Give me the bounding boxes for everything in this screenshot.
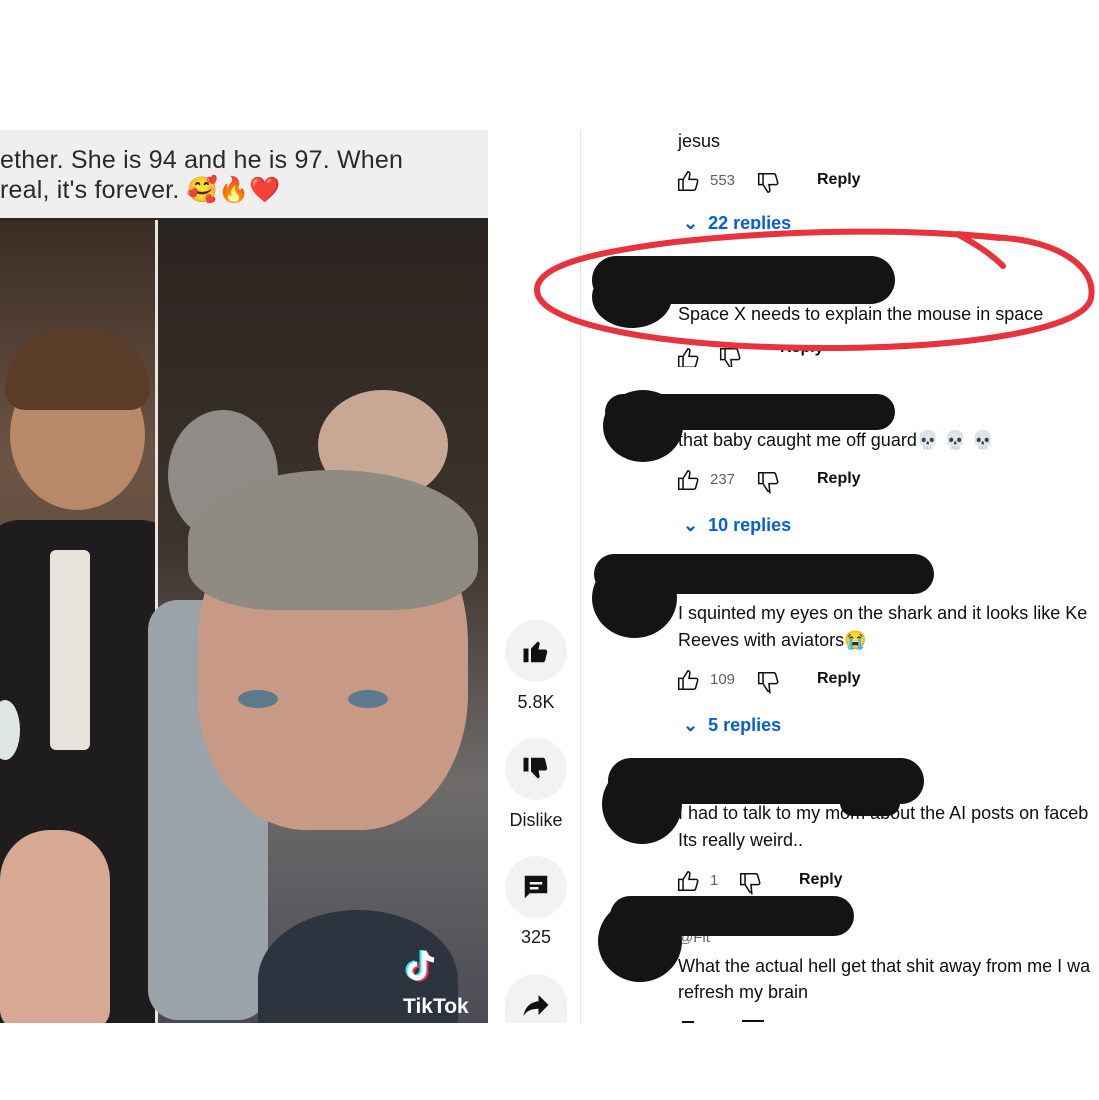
red-circle-annotation bbox=[533, 228, 1095, 352]
comment-text: What the actual hell get that shit away … bbox=[678, 956, 1091, 976]
comment-text: I squinted my eyes on the shark and it l… bbox=[678, 603, 1088, 623]
share-arrow-icon bbox=[523, 995, 549, 1017]
reply-button[interactable]: Reply bbox=[817, 171, 861, 189]
reply-button[interactable]: Reply bbox=[817, 470, 861, 488]
thumbs-down-icon bbox=[523, 757, 548, 779]
share-button[interactable] bbox=[505, 974, 567, 1023]
video-player[interactable]: ether. She is 94 and he is 97. When real… bbox=[0, 130, 488, 1023]
comment-actions-cut bbox=[676, 1018, 776, 1023]
like-count: 1 bbox=[710, 872, 719, 889]
comment-text: Its really weird.. bbox=[678, 830, 804, 850]
like-button[interactable] bbox=[505, 620, 567, 682]
comment-actions: 109 Reply bbox=[676, 667, 876, 697]
photo-elderly-couple bbox=[148, 220, 488, 1023]
chevron-down-icon: ⌄ bbox=[683, 515, 699, 535]
comment-text: I had to talk to my mom about the AI pos… bbox=[678, 803, 1089, 823]
reply-button[interactable]: Reply bbox=[799, 871, 843, 889]
comment-icon bbox=[524, 875, 548, 899]
tiktok-watermark: TikTok bbox=[403, 995, 469, 1018]
like-count: 5.8K bbox=[517, 692, 555, 712]
thumbs-up-icon[interactable] bbox=[676, 168, 702, 194]
like-count: 237 bbox=[710, 471, 736, 488]
caption-line-1: ether. She is 94 and he is 97. When bbox=[0, 146, 404, 174]
thumbs-up-icon[interactable] bbox=[676, 467, 702, 493]
view-replies-link[interactable]: ⌄ 10 replies bbox=[683, 515, 791, 536]
thumbs-down-icon[interactable] bbox=[756, 669, 782, 695]
chevron-down-icon: ⌄ bbox=[683, 715, 699, 735]
comment-actions: 1 Reply bbox=[676, 868, 876, 898]
comment-actions: 237 Reply bbox=[676, 467, 876, 497]
comments-button[interactable] bbox=[505, 856, 567, 918]
tiktok-logo-icon bbox=[400, 945, 444, 994]
thumbs-up-icon bbox=[523, 641, 548, 663]
like-count: 109 bbox=[710, 671, 736, 688]
reply-button[interactable]: Reply bbox=[817, 670, 861, 688]
like-count: 553 bbox=[710, 172, 736, 189]
redaction-mark bbox=[598, 900, 682, 982]
thumbs-down-icon[interactable] bbox=[756, 170, 782, 196]
caption-line-2: real, it's forever. 🥰🔥❤️ bbox=[0, 176, 281, 204]
comments-count: 325 bbox=[520, 927, 552, 947]
redaction-mark bbox=[603, 390, 683, 462]
thumbs-up-icon[interactable] bbox=[676, 667, 702, 693]
comment-text: refresh my brain bbox=[678, 982, 809, 1002]
thumbs-down-icon[interactable] bbox=[756, 469, 782, 495]
comment-actions: 553 Reply bbox=[676, 168, 876, 198]
view-replies-link[interactable]: ⌄ 5 replies bbox=[683, 715, 781, 736]
redaction-mark bbox=[592, 558, 677, 638]
comment-text: Reeves with aviators😭 bbox=[678, 630, 867, 650]
dislike-button[interactable] bbox=[505, 738, 567, 800]
video-caption: ether. She is 94 and he is 97. When real… bbox=[0, 130, 488, 218]
thumbs-down-icon[interactable] bbox=[738, 870, 764, 896]
comment-text: jesus bbox=[678, 131, 721, 151]
thumbs-up-icon[interactable] bbox=[676, 868, 702, 894]
redaction-mark bbox=[602, 764, 682, 844]
dislike-label: Dislike bbox=[509, 810, 563, 830]
comment-text: that baby caught me off guard💀 💀 💀 bbox=[678, 430, 995, 450]
